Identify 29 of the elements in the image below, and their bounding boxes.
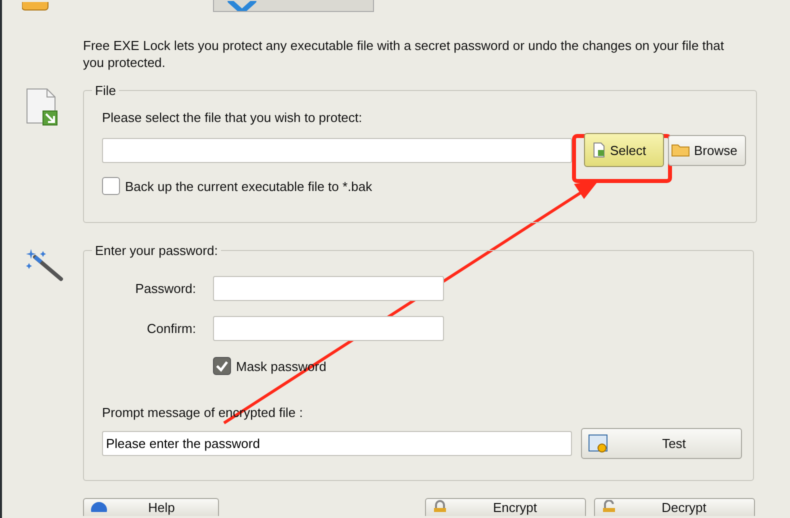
- field-label: Please select the file that you wish to protect:: [102, 110, 364, 125]
- file-button[interactable]: Browse: [668, 134, 746, 166]
- file-icon: [25, 87, 59, 127]
- action-button[interactable]: Help: [83, 498, 219, 516]
- checkbox[interactable]: [213, 357, 231, 375]
- folder-icon: [671, 142, 691, 158]
- description-text: Free EXE Lock lets you protect any executable file with a secret password or undo the changes on your file that you protected.: [83, 37, 725, 71]
- field-label: Confirm:: [146, 321, 196, 336]
- preview-icon: [588, 434, 610, 454]
- checkbox[interactable]: [102, 177, 120, 195]
- password-field[interactable]: [213, 276, 444, 301]
- group-title: File: [94, 83, 117, 98]
- field-label: Password:: [134, 281, 196, 296]
- prompt-message-field[interactable]: Please enter the password: [102, 431, 572, 456]
- test-button[interactable]: Test: [581, 428, 742, 459]
- magic-wand-icon: [25, 247, 65, 283]
- password-field[interactable]: [213, 316, 444, 341]
- group-title: Enter your password:: [94, 243, 219, 258]
- open-padlock-icon: [601, 500, 617, 512]
- checkbox-label: Back up the current executable file to *.bak: [125, 178, 372, 194]
- action-button[interactable]: Decrypt: [594, 498, 755, 516]
- file-button[interactable]: Select: [584, 133, 664, 167]
- action-button[interactable]: Encrypt: [425, 498, 586, 516]
- file-path-field[interactable]: [102, 138, 572, 162]
- help-icon: [90, 500, 108, 512]
- wrench-icon: [226, 1, 258, 11]
- file-icon: [591, 142, 607, 158]
- padlock-icon: [432, 500, 448, 512]
- tab[interactable]: [213, 0, 374, 12]
